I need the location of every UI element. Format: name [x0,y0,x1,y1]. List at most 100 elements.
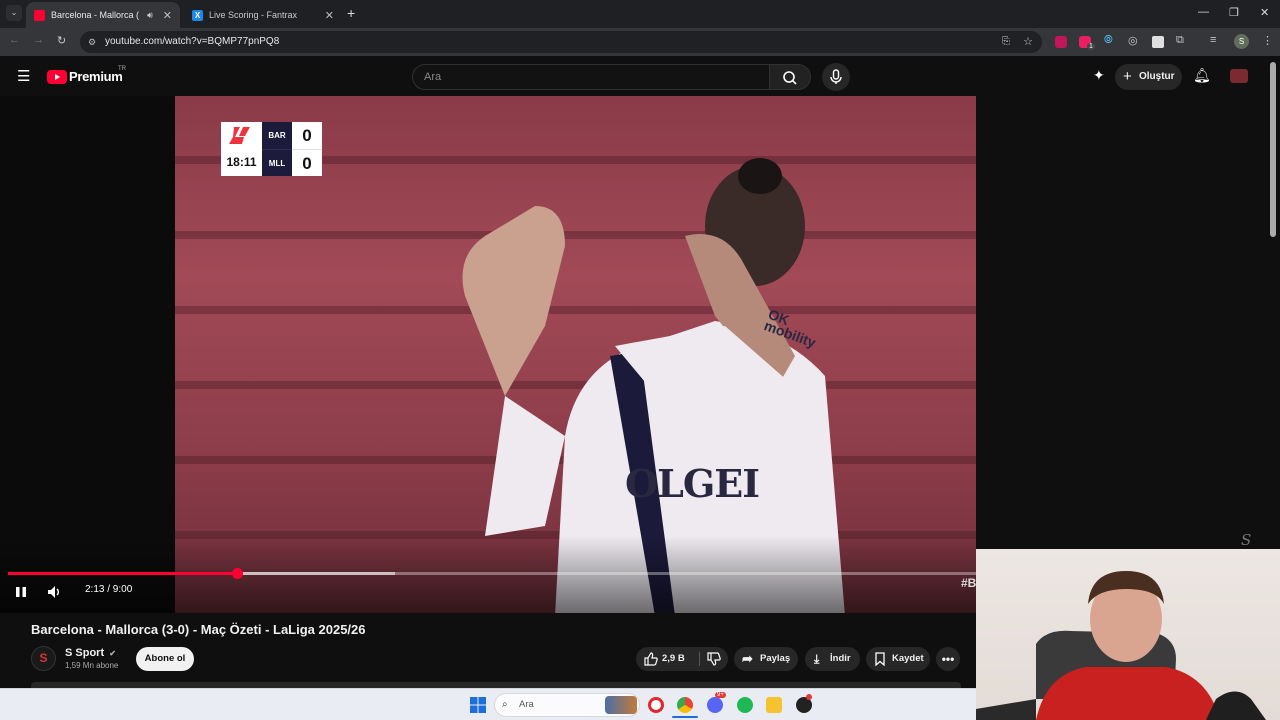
save-button[interactable]: Kaydet [866,647,930,671]
played-bar [8,572,238,575]
video-player[interactable]: OLGEI OK mobility 18:11 BAR MLL 0 0 2:13… [0,96,976,613]
youtube-favicon-icon [34,9,45,21]
search-input[interactable]: Ara [412,64,770,90]
search-icon [783,71,797,85]
file-explorer-icon[interactable] [766,697,782,713]
notifications-bell-icon[interactable]: 🔔︎ [1193,67,1211,84]
extension-icon[interactable] [1055,36,1067,48]
subscriber-count: 1,59 Mn abone [65,661,119,670]
dislike-button[interactable] [702,647,728,671]
opera-icon[interactable] [648,697,664,713]
hamburger-menu-icon[interactable]: ☰ [17,67,30,85]
download-label: İndir [830,653,851,664]
voice-search-button[interactable] [822,63,850,91]
chrome-menu-icon[interactable]: ⋮ [1262,34,1273,47]
minimize-icon[interactable]: — [1198,6,1209,18]
subscribe-button[interactable]: Abone ol [136,647,194,671]
download-icon: ⤓ [814,652,820,666]
tab-youtube[interactable]: Barcelona - Mallorca (3-0) 🔊︎ ✕ [26,2,180,28]
search-highlight-image [605,696,637,714]
extension-icon[interactable]: ◎ [1128,34,1138,47]
back-icon[interactable]: ← [9,34,20,46]
youtube-play-logo-icon [47,70,67,84]
taskbar-search-placeholder: Ara [519,699,534,710]
close-window-icon[interactable]: ✕ [1260,6,1269,19]
reload-icon[interactable]: ↻ [57,34,66,47]
search-button[interactable] [769,64,811,90]
like-count: 2,9 B [662,653,685,664]
restore-icon[interactable]: ❐ [1229,6,1239,19]
active-app-indicator [672,716,698,718]
thumbs-down-icon [707,652,721,666]
install-app-icon[interactable]: ⎘ [1002,31,1010,53]
divider [699,652,700,666]
streamer-webcam-image [976,571,1266,720]
bookmark-star-icon[interactable]: ☆ [1023,31,1033,53]
forward-icon[interactable]: → [33,34,44,46]
time-display: 2:13 / 9:00 [85,584,133,595]
channel-avatar[interactable]: S [31,646,56,671]
account-avatar[interactable] [1230,69,1248,83]
discord-icon[interactable] [707,697,723,713]
away-team: MLL [262,149,292,176]
pause-button[interactable] [14,585,28,604]
site-info-icon[interactable]: ⚙ [88,31,96,53]
microphone-icon [830,69,842,84]
share-label: Paylaş [760,653,791,664]
jersey-sponsor: OLGEI [625,461,760,506]
chrome-icon[interactable] [677,697,693,713]
create-label: Oluştur [1139,71,1175,82]
close-tab-icon[interactable]: ✕ [163,9,172,22]
browser-tab-bar: ⌄ Barcelona - Mallorca (3-0) 🔊︎ ✕ X Live… [0,0,1280,28]
speaker-icon[interactable]: 🔊︎ [147,10,153,21]
fantrax-favicon-icon: X [192,9,203,21]
like-button[interactable]: 2,9 B [636,647,699,671]
extension-badge: 1 [1087,43,1095,50]
volume-button[interactable] [47,585,63,604]
browser-toolbar: ← → ↻ ⚙ youtube.com/watch?v=BQMP77pnPQ8 … [0,28,1280,56]
address-bar[interactable]: ⚙ youtube.com/watch?v=BQMP77pnPQ8 ⎘ ☆ [80,31,1042,53]
page-scrollbar[interactable] [1270,62,1276,237]
like-dislike-group: 2,9 B [636,647,728,671]
download-button[interactable]: ⤓ İndir [805,647,860,671]
share-button[interactable]: ➦ Paylaş [734,647,798,671]
windows-start-icon[interactable] [470,697,486,718]
home-score: 0 [292,122,322,149]
region-code: TR [118,66,126,72]
search-placeholder: Ara [424,71,442,83]
laliga-logo-icon [221,122,262,149]
thumbs-up-icon [644,652,658,666]
webcam-overlay [976,549,1280,720]
scrubber-handle[interactable] [231,568,243,579]
notification-dot [806,694,812,700]
media-controls-icon[interactable]: ≡ [1210,34,1216,46]
extension-icon[interactable] [1152,36,1164,48]
tab-title: Live Scoring - Fantrax [209,10,298,20]
share-arrow-icon: ➦ [742,651,753,666]
tab-title: Barcelona - Mallorca (3-0) [51,10,140,20]
progress-bar[interactable] [8,572,976,575]
extensions-puzzle-icon[interactable]: ⧉ [1176,34,1184,47]
audio-extension-icon[interactable]: ⦾ [1104,34,1113,47]
sparkle-icon[interactable]: ✦ [1093,67,1105,84]
verified-badge-icon: ✔ [109,649,116,658]
close-tab-icon[interactable]: ✕ [325,9,334,22]
url-text: youtube.com/watch?v=BQMP77pnPQ8 [105,36,280,47]
youtube-header: ☰ Premium TR Ara ✦ + Oluştur 🔔︎ [0,56,1280,96]
match-clock: 18:11 [221,149,262,176]
tab-fantrax[interactable]: X Live Scoring - Fantrax ✕ [184,2,342,28]
channel-name-text: S Sport [65,647,105,659]
create-button[interactable]: + Oluştur [1115,64,1182,90]
volume-icon [48,586,59,598]
more-horizontal-icon: ••• [941,652,955,666]
more-actions-button[interactable]: ••• [936,647,960,671]
tab-search-chevron-icon[interactable]: ⌄ [6,5,22,21]
taskbar-search-input[interactable]: ⌕ Ara [494,693,640,717]
pause-icon [16,587,26,597]
profile-avatar[interactable]: S [1234,34,1249,49]
scoreboard: 18:11 BAR MLL 0 0 [221,122,322,177]
search-icon: ⌕ [502,699,508,710]
spotify-icon[interactable] [737,697,753,713]
channel-name[interactable]: S Sport ✔ [65,647,116,659]
new-tab-icon[interactable]: + [347,5,355,21]
